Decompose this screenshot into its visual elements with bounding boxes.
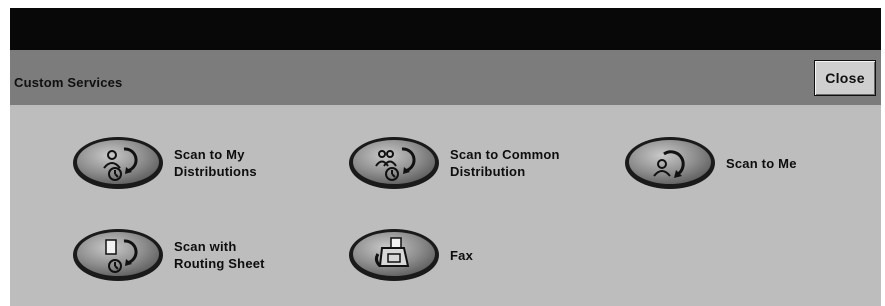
scan-to-my-distributions-button[interactable]: Scan to My Distributions (70, 134, 257, 192)
page-title: Custom Services (14, 75, 123, 90)
scan-to-me-icon (625, 137, 715, 189)
scan-to-my-distributions-icon (73, 137, 163, 189)
service-label: Scan to My Distributions (174, 147, 257, 179)
service-label: Scan to Me (726, 155, 797, 171)
scan-to-common-distribution-icon (349, 137, 439, 189)
scan-to-common-distribution-button[interactable]: Scan to Common Distribution (346, 134, 560, 192)
top-bar (10, 8, 881, 50)
service-label: Scan to Common Distribution (450, 147, 560, 179)
fax-icon (349, 229, 439, 281)
scan-with-routing-sheet-icon (73, 229, 163, 281)
title-bar: Custom Services Close (10, 50, 881, 105)
service-label: Fax (450, 247, 474, 263)
custom-services-window: Custom Services Close Scan to My Distrib… (10, 8, 881, 306)
scan-to-me-button[interactable]: Scan to Me (622, 134, 797, 192)
close-button[interactable]: Close (814, 60, 876, 96)
scan-with-routing-sheet-button[interactable]: Scan with Routing Sheet (70, 226, 265, 284)
fax-button[interactable]: Fax (346, 226, 473, 284)
services-area: Scan to My Distributions Scan to Common … (10, 105, 881, 306)
service-label: Scan with Routing Sheet (174, 239, 265, 271)
